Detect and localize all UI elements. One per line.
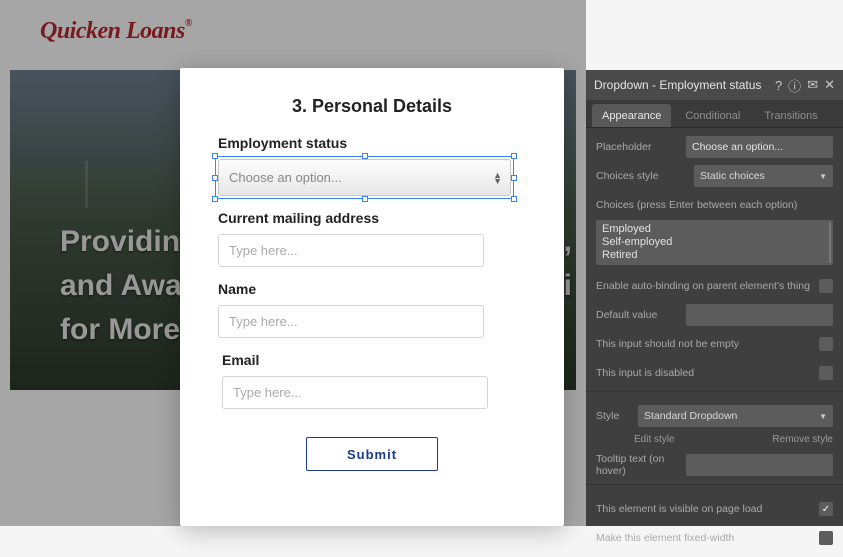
prop-disabled-label: This input is disabled [596, 367, 819, 379]
prop-choices-style-select[interactable]: Static choices▼ [694, 165, 833, 187]
email-input[interactable] [222, 376, 488, 409]
prop-placeholder-input[interactable] [686, 136, 833, 158]
form-modal: 3. Personal Details Employment status Ch… [180, 68, 564, 526]
prop-style-label: Style [596, 410, 630, 422]
help-icon[interactable]: ? [775, 78, 782, 93]
prop-tooltip-input[interactable] [686, 454, 833, 476]
modal-title: 3. Personal Details [218, 96, 526, 117]
prop-choices-textarea[interactable]: Employed Self-employed Retired [596, 220, 833, 265]
prop-style-select[interactable]: Standard Dropdown▼ [638, 405, 833, 427]
prop-autobind-label: Enable auto-binding on parent element's … [596, 280, 819, 292]
tab-transitions[interactable]: Transitions [754, 104, 827, 127]
edit-style-link[interactable]: Edit style [634, 434, 675, 445]
close-icon[interactable]: ✕ [824, 77, 835, 93]
prop-visible-checkbox[interactable]: ✓ [819, 502, 833, 516]
prop-notempty-label: This input should not be empty [596, 338, 819, 350]
inspector-title: Dropdown - Employment status [594, 78, 761, 92]
prop-autobind-checkbox[interactable] [819, 279, 833, 293]
inspector-panel: Dropdown - Employment status ? ⓘ ✉ ✕ App… [586, 70, 843, 526]
name-input[interactable] [218, 305, 484, 338]
employment-placeholder: Choose an option... [229, 170, 342, 185]
prop-default-input[interactable] [686, 304, 833, 326]
remove-style-link[interactable]: Remove style [772, 434, 833, 445]
employment-dropdown[interactable]: Choose an option... ▲▼ [218, 159, 511, 196]
tab-conditional[interactable]: Conditional [675, 104, 750, 127]
caret-down-icon: ▼ [819, 412, 827, 421]
tab-appearance[interactable]: Appearance [592, 104, 671, 127]
caret-down-icon: ▼ [819, 172, 827, 181]
prop-notempty-checkbox[interactable] [819, 337, 833, 351]
submit-button[interactable]: Submit [306, 437, 438, 471]
scrollbar[interactable] [829, 222, 831, 263]
name-label: Name [218, 281, 526, 297]
prop-disabled-checkbox[interactable] [819, 366, 833, 380]
comment-icon[interactable]: ✉ [807, 77, 818, 93]
chevron-updown-icon: ▲▼ [493, 172, 502, 184]
prop-choices-style-label: Choices style [596, 170, 694, 182]
prop-fixedwidth-label: Make this element fixed-width [596, 532, 819, 544]
email-label: Email [222, 352, 526, 368]
prop-fixedwidth-checkbox[interactable] [819, 531, 833, 545]
prop-tooltip-label: Tooltip text (on hover) [596, 453, 686, 477]
address-label: Current mailing address [218, 210, 526, 226]
prop-placeholder-label: Placeholder [596, 141, 686, 153]
info-icon[interactable]: ⓘ [788, 76, 801, 95]
address-input[interactable] [218, 234, 484, 267]
prop-visible-label: This element is visible on page load [596, 503, 819, 515]
prop-choices-label: Choices (press Enter between each option… [596, 199, 833, 211]
employment-label: Employment status [218, 135, 526, 151]
prop-default-label: Default value [596, 309, 686, 321]
